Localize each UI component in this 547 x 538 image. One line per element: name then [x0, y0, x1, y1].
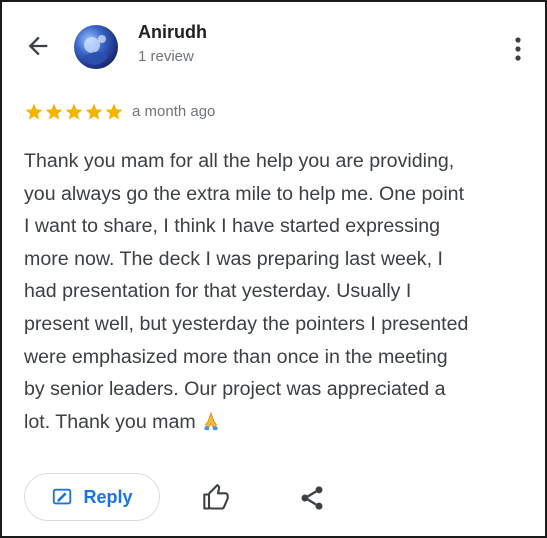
- folded-hands-icon: [200, 409, 222, 442]
- star-rating: [24, 102, 124, 127]
- review-age: a month ago: [132, 103, 216, 120]
- review-card: Anirudh 1 review a month ago Thank you m…: [0, 0, 547, 538]
- reply-label: Reply: [83, 486, 133, 507]
- review-text: Thank you mam for all the help you are p…: [24, 145, 544, 441]
- avatar[interactable]: [74, 25, 118, 69]
- reply-edit-icon: [51, 486, 73, 508]
- review-text-line: Thank you mam for all the help you are p…: [24, 150, 455, 172]
- review-text-line: you always go the extra mile to help me.…: [24, 182, 465, 205]
- review-text-line: had presentation for that yesterday. Usu…: [24, 280, 412, 303]
- review-text-line: present well, but yesterday the pointers…: [24, 312, 469, 335]
- review-text-line: more now. The deck I was preparing last …: [24, 247, 443, 270]
- review-text-last-line: lot. Thank you mam: [24, 406, 544, 442]
- reply-button[interactable]: Reply: [24, 473, 160, 521]
- review-text-line: were emphasized more than once in the me…: [24, 345, 448, 368]
- review-count: 1 review: [138, 48, 194, 65]
- star-icon: [104, 102, 124, 127]
- star-icon: [64, 102, 84, 127]
- star-icon: [24, 102, 44, 127]
- back-arrow-icon[interactable]: [24, 32, 52, 60]
- thumb-up-icon[interactable]: [202, 484, 230, 512]
- star-icon: [84, 102, 104, 127]
- share-icon[interactable]: [298, 484, 326, 512]
- star-icon: [44, 102, 64, 127]
- review-text-line: I want to share, I think I have started …: [24, 215, 441, 238]
- more-vert-icon[interactable]: [510, 34, 526, 64]
- review-text-line: lot. Thank you mam: [24, 410, 196, 433]
- review-text-line: by senior leaders. Our project was appre…: [24, 378, 446, 401]
- reviewer-name[interactable]: Anirudh: [138, 22, 207, 43]
